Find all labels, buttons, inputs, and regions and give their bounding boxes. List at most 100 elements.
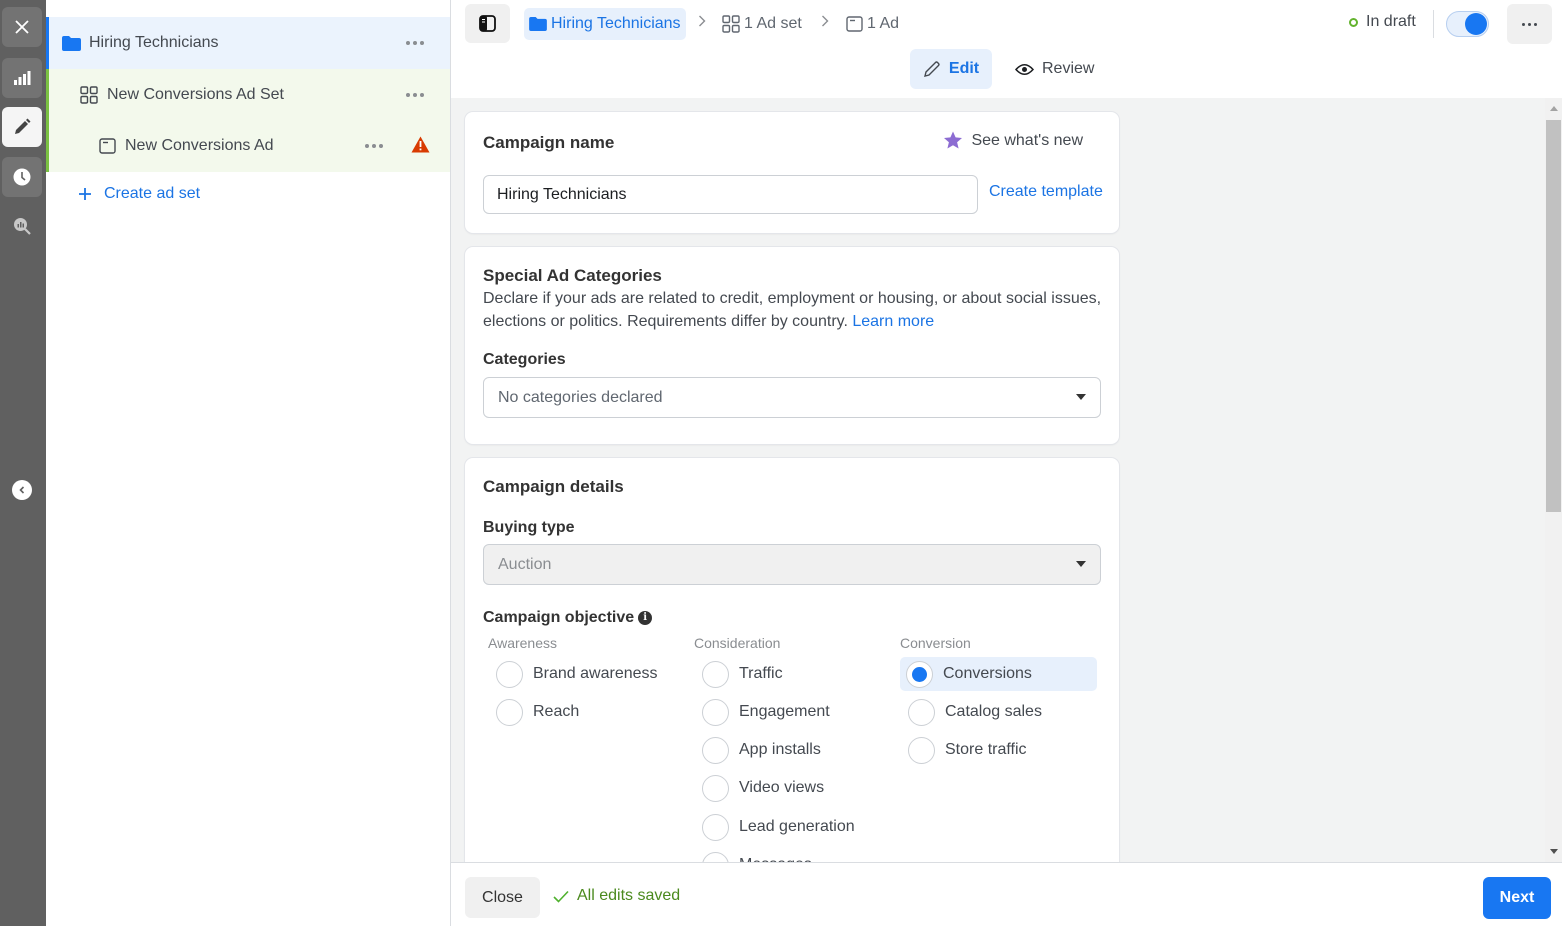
status-label: In draft [1366,13,1416,30]
objective-option-app-installs[interactable]: App installs [696,733,821,767]
option-label: App installs [739,741,821,758]
objective-option-lead-generation[interactable]: Lead generation [696,810,855,844]
eye-icon [1015,63,1034,75]
objective-option-engagement[interactable]: Engagement [696,695,830,729]
objective-option-conversions[interactable]: Conversions [900,657,1097,691]
objective-option-catalog-sales[interactable]: Catalog sales [902,695,1042,729]
option-label: Brand awareness [533,665,658,682]
radio-button [702,698,729,726]
campaign-more-button[interactable] [406,41,424,45]
buying-type-label: Buying type [483,519,575,536]
campaign-name-heading: Campaign name [483,133,615,152]
objective-option-messages[interactable]: Messages [696,848,812,862]
tab-edit-label: Edit [948,60,980,77]
rail-performance-button[interactable] [2,58,42,98]
see-whats-new-label: See what's new [971,131,1083,149]
special-ad-categories-heading: Special Ad Categories [483,266,662,285]
objective-option-traffic[interactable]: Traffic [696,657,783,691]
grid-icon [80,85,98,104]
tab-edit[interactable]: Edit [910,49,992,89]
special-ad-categories-description: Declare if your ads are related to credi… [483,287,1103,333]
grid-icon [722,15,740,33]
categories-dropdown[interactable]: No categories declared [483,377,1101,418]
ad-more-button[interactable] [365,144,383,148]
breadcrumb-adset-label: 1 Ad set [744,15,802,32]
rail-edit-button[interactable] [2,107,42,147]
close-button[interactable]: Close [465,877,540,918]
tab-review[interactable]: Review [1011,49,1101,89]
main-editor: Hiring Technicians 1 Ad set 1 Ad In draf… [451,0,1562,926]
objective-option-reach[interactable]: Reach [490,695,579,729]
footer-bar: Close All edits saved Next [451,862,1562,926]
left-rail [0,0,46,926]
radio-button [496,698,523,726]
breadcrumb-adset[interactable]: 1 Ad set [722,8,802,40]
objective-option-video-views[interactable]: Video views [696,771,824,805]
collapse-rail-button[interactable] [12,480,32,500]
caret-down-icon [1076,561,1086,567]
info-icon[interactable]: i [638,610,653,625]
conversion-heading: Conversion [900,635,971,651]
status-badge: In draft [1349,13,1416,31]
close-icon [15,20,29,34]
chart-icon [14,71,31,85]
status-dot-icon [1349,17,1358,27]
toggle-knob [1465,13,1487,35]
see-whats-new-button[interactable]: See what's new [943,131,1083,150]
create-adset-label: Create ad set [104,185,201,202]
more-options-button[interactable] [1507,4,1552,44]
scroll-down-arrow-icon[interactable] [1550,849,1558,854]
adset-more-button[interactable] [406,93,424,97]
toggle-panel-button[interactable] [465,4,510,43]
rail-insights-button[interactable] [2,206,42,246]
campaign-name-label: Hiring Technicians [89,34,219,51]
create-template-link[interactable]: Create template [989,183,1103,201]
special-ad-categories-card: Special Ad Categories Declare if your ad… [465,247,1119,444]
buying-type-dropdown[interactable]: Auction [483,544,1101,585]
tree-item-campaign[interactable]: Hiring Technicians [46,17,450,69]
campaign-name-input[interactable] [483,175,978,214]
campaign-name-card: Campaign name See what's new Create temp… [465,112,1119,233]
radio-button [908,736,935,764]
ad-icon [846,16,863,32]
radio-button [702,660,729,688]
chevron-left-icon [19,486,25,494]
breadcrumb-ad[interactable]: 1 Ad [846,8,899,40]
scroll-up-arrow-icon[interactable] [1550,106,1558,111]
categories-label: Categories [483,351,566,368]
radio-button [702,851,729,862]
breadcrumb-ad-label: 1 Ad [867,15,900,32]
campaign-details-heading: Campaign details [483,477,624,496]
folder-icon [529,17,547,31]
option-label: Catalog sales [945,703,1042,720]
consideration-heading: Consideration [694,635,781,651]
learn-more-link[interactable]: Learn more [852,313,934,330]
breadcrumb-campaign[interactable]: Hiring Technicians [524,8,686,40]
radio-button [702,813,729,841]
campaign-tree-panel: Hiring Technicians New Conversions Ad Se… [46,0,451,926]
awareness-heading: Awareness [488,635,558,651]
rail-history-button[interactable] [2,157,42,197]
radio-button [702,774,729,802]
plus-icon [79,188,91,200]
ad-name-label: New Conversions Ad [125,137,274,154]
tree-item-adset[interactable]: New Conversions Ad Set [46,69,450,120]
scrollbar[interactable] [1545,98,1562,862]
objective-option-store-traffic[interactable]: Store traffic [902,733,1027,767]
radio-button-selected [906,660,933,688]
tree-item-ad[interactable]: New Conversions Ad [46,120,450,172]
option-label: Reach [533,703,580,720]
next-button[interactable]: Next [1483,877,1551,919]
top-bar: Hiring Technicians 1 Ad set 1 Ad In draf… [451,0,1562,98]
close-editor-button[interactable] [2,7,42,47]
categories-value: No categories declared [498,388,663,406]
scrollbar-thumb[interactable] [1546,120,1561,512]
folder-icon [61,35,81,51]
caret-down-icon [1076,394,1086,400]
adset-name-label: New Conversions Ad Set [107,85,284,103]
campaign-on-off-toggle[interactable] [1446,11,1489,37]
pencil-icon [15,118,31,134]
objective-option-brand-awareness[interactable]: Brand awareness [490,657,658,691]
create-adset-button[interactable]: Create ad set [78,185,200,203]
campaign-objective-label-row: Campaign objective i [483,609,653,627]
